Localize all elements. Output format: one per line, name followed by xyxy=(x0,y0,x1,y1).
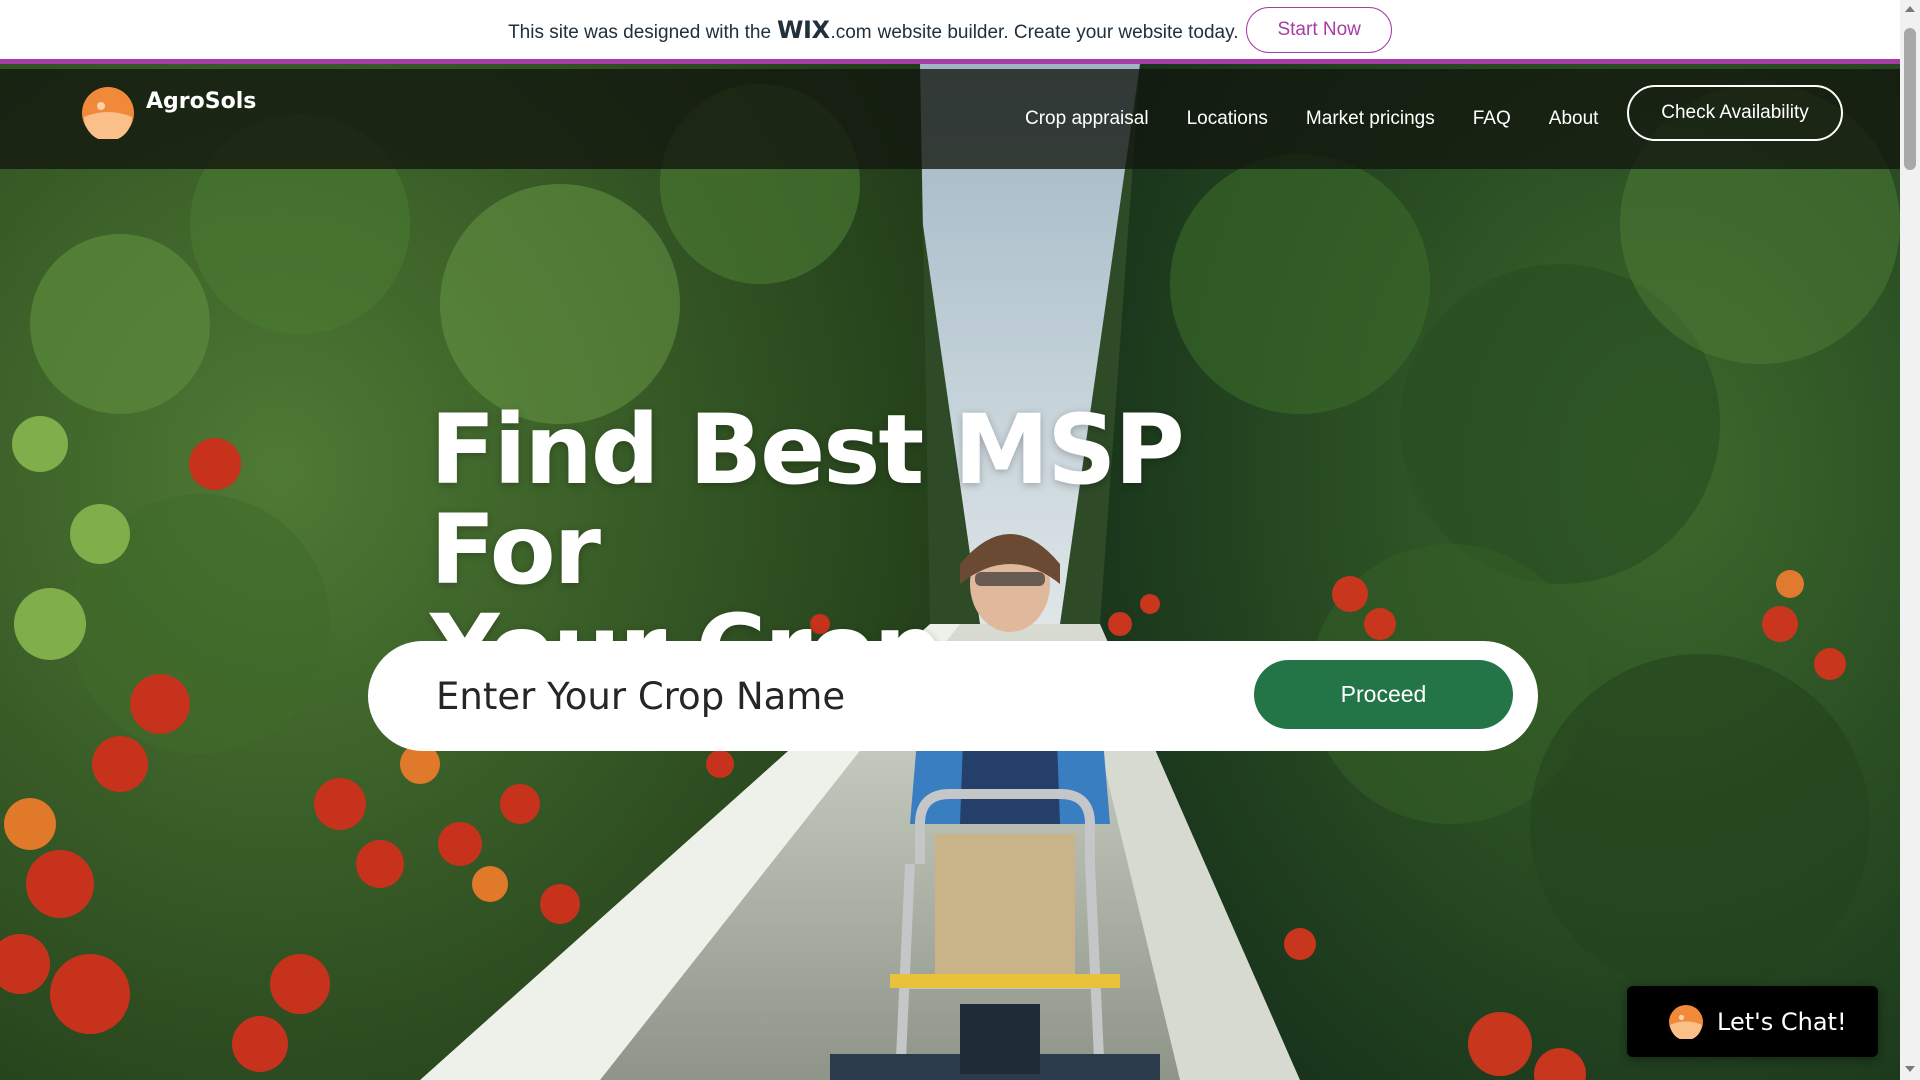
site-header: AgroSols Crop appraisal Locations Market… xyxy=(0,69,1900,169)
check-availability-button[interactable]: Check Availability xyxy=(1627,85,1843,141)
crop-search-bar: Proceed xyxy=(368,641,1538,751)
chat-label: Let's Chat! xyxy=(1717,1007,1847,1036)
brand[interactable]: AgroSols xyxy=(82,87,256,139)
nav-faq[interactable]: FAQ xyxy=(1473,108,1511,130)
wix-banner: This site was designed with the WIX .com… xyxy=(0,0,1900,64)
nav-about[interactable]: About xyxy=(1549,108,1599,130)
scroll-down-arrow-icon[interactable] xyxy=(1905,1066,1915,1072)
page-scrollbar[interactable] xyxy=(1900,0,1920,1080)
wix-dotcom: .com xyxy=(830,21,872,43)
hero-headline-line1: Find Best MSP For xyxy=(430,394,1185,606)
scroll-thumb[interactable] xyxy=(1904,28,1916,170)
scroll-up-arrow-icon[interactable] xyxy=(1905,6,1915,12)
start-now-button[interactable]: Start Now xyxy=(1246,6,1392,53)
crop-name-input[interactable] xyxy=(434,666,1234,726)
proceed-button[interactable]: Proceed xyxy=(1254,660,1513,729)
page: This site was designed with the WIX .com… xyxy=(0,0,1920,1080)
brand-name: AgroSols xyxy=(146,89,257,114)
wix-banner-text-before: This site was designed with the xyxy=(508,21,772,43)
chat-widget-button[interactable]: Let's Chat! xyxy=(1627,986,1878,1057)
nav-market-pricings[interactable]: Market pricings xyxy=(1306,108,1435,130)
wix-logo: WIX xyxy=(777,15,830,44)
main-nav: Crop appraisal Locations Market pricings… xyxy=(1025,69,1636,169)
sun-logo-icon xyxy=(1669,1004,1703,1039)
wix-banner-text: This site was designed with the WIX .com… xyxy=(508,16,1238,44)
nav-locations[interactable]: Locations xyxy=(1187,108,1268,130)
wix-banner-text-after: website builder. Create your website tod… xyxy=(877,21,1239,43)
nav-crop-appraisal[interactable]: Crop appraisal xyxy=(1025,108,1149,130)
sun-logo-icon xyxy=(82,87,134,139)
